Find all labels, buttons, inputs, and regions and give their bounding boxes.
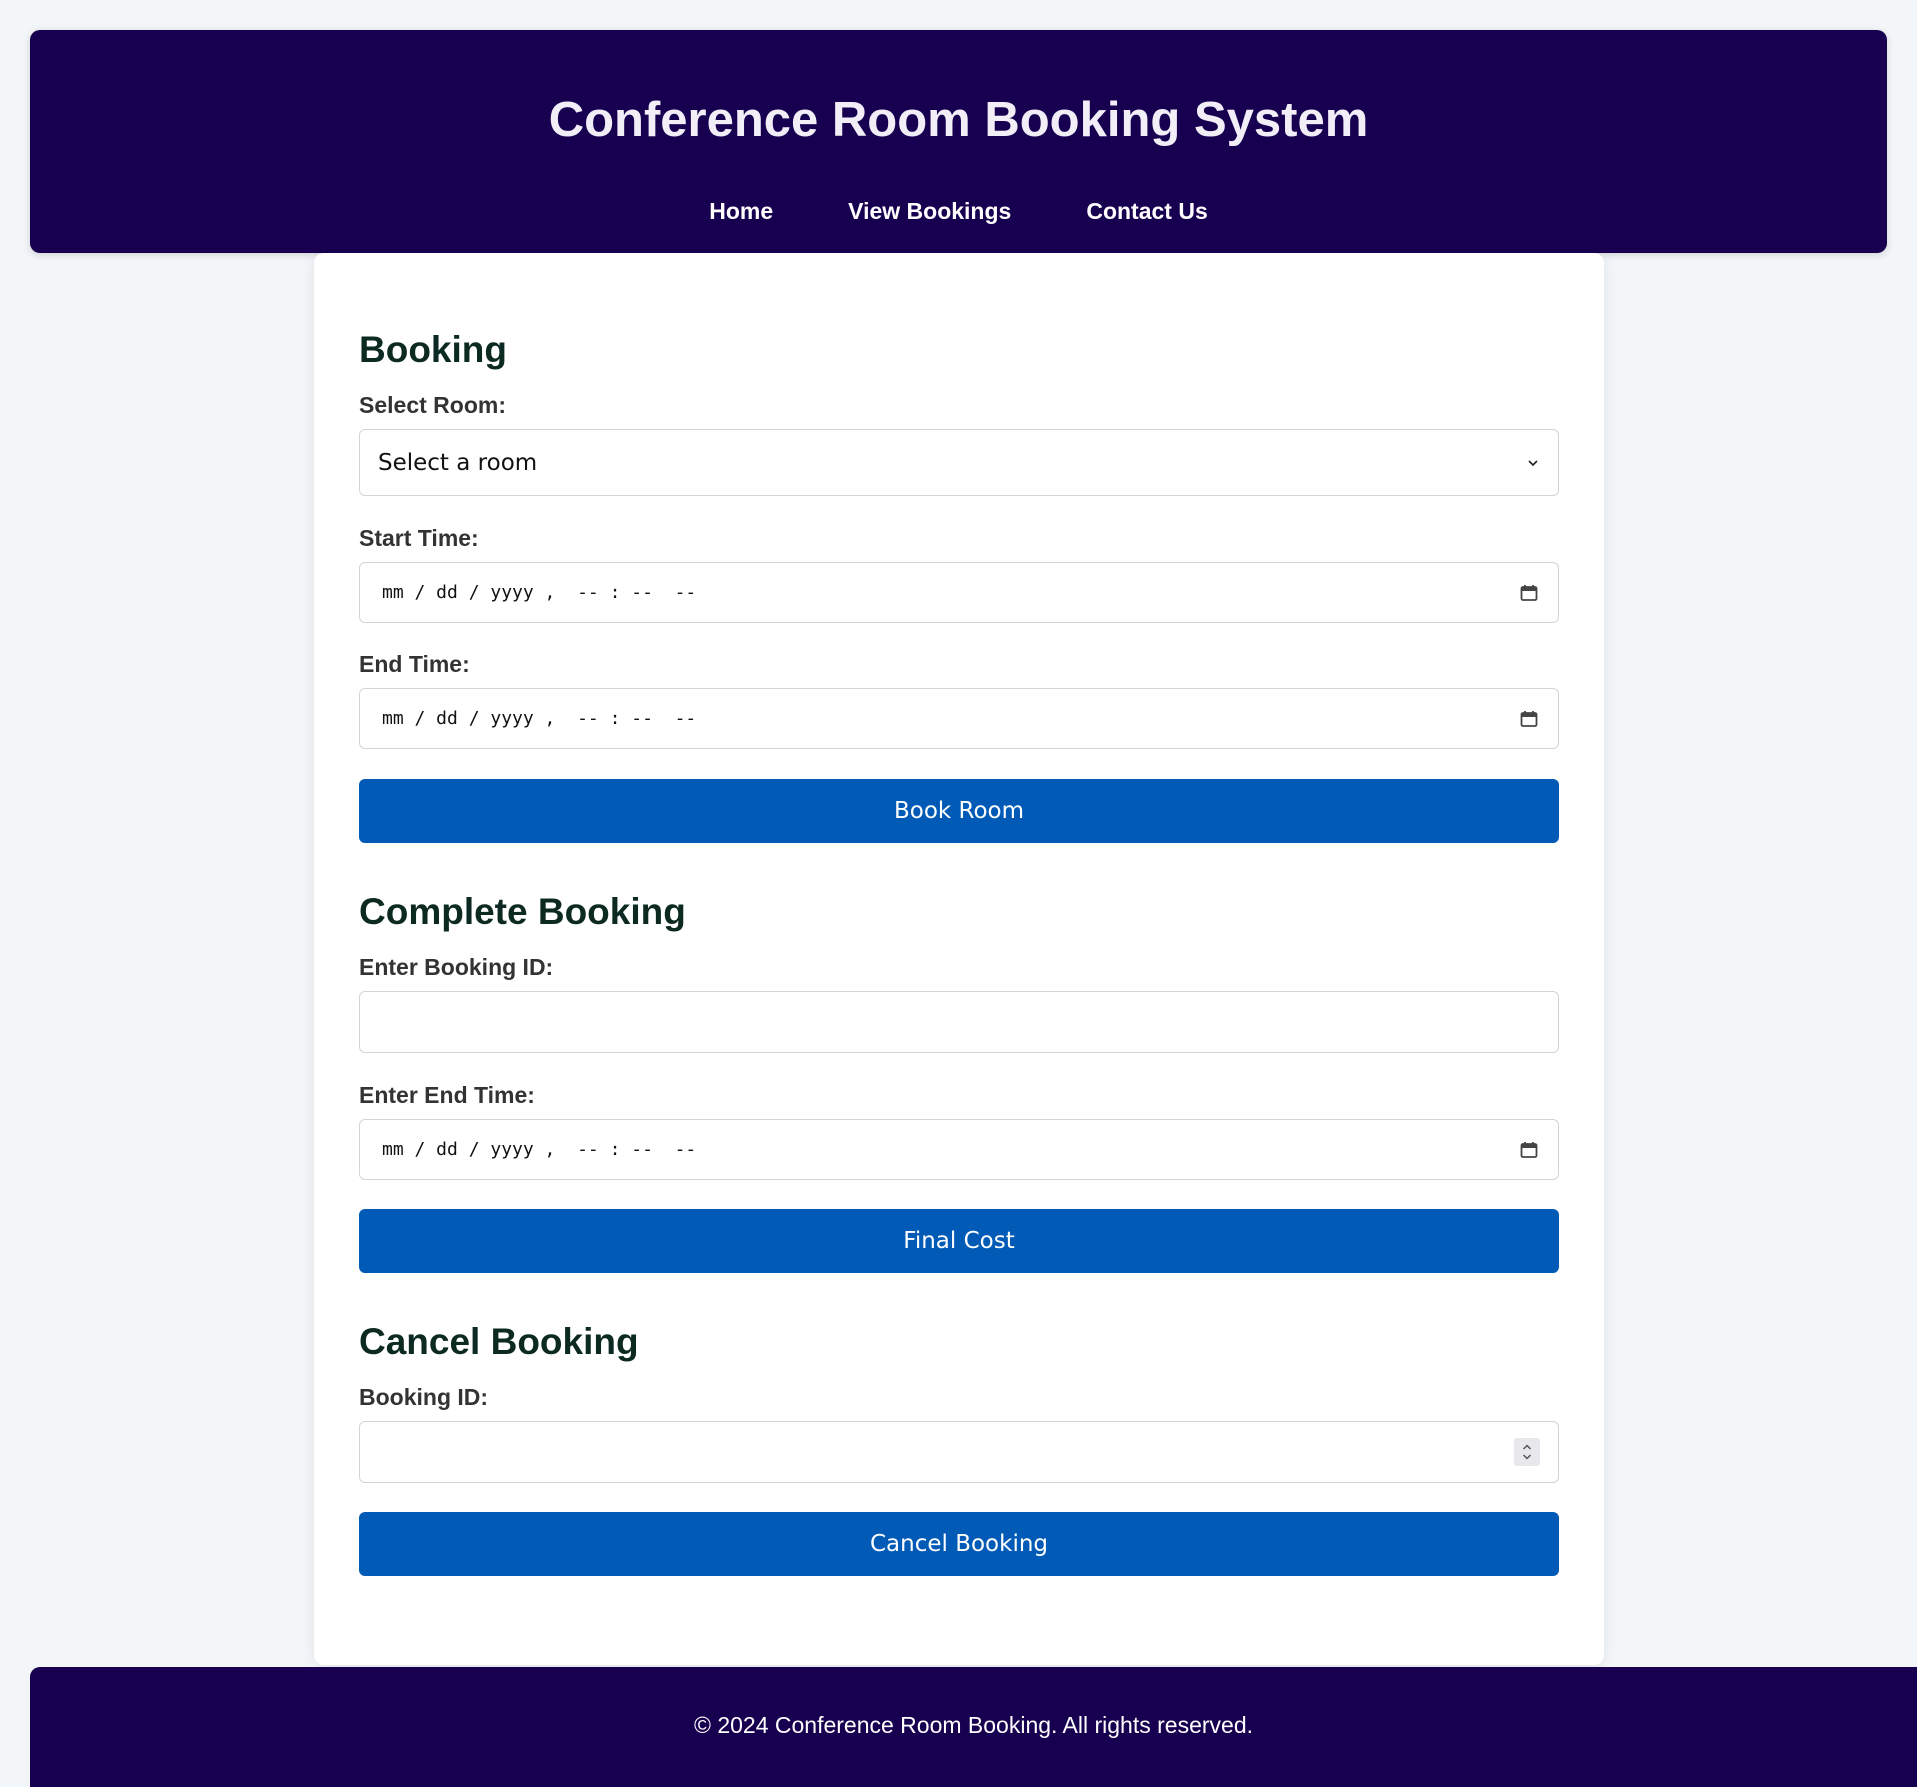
cancel-booking-section-title: Cancel Booking <box>359 1321 639 1362</box>
select-room-label: Select Room: <box>359 392 506 418</box>
site-header: Conference Room Booking System Home View… <box>30 30 1887 253</box>
room-select-value: Select a room <box>378 449 538 476</box>
cancel-booking-id-input[interactable] <box>359 1421 1559 1483</box>
calendar-icon[interactable] <box>1518 1139 1540 1161</box>
enter-end-time-label: Enter End Time: <box>359 1082 535 1108</box>
spinner-icon[interactable] <box>1514 1438 1540 1466</box>
main-nav: Home View Bookings Contact Us <box>30 200 1887 223</box>
calendar-icon[interactable] <box>1518 582 1540 604</box>
footer-copyright: © 2024 Conference Room Booking. All righ… <box>693 1712 1254 1738</box>
complete-booking-id-input[interactable] <box>359 991 1559 1053</box>
nav-view-bookings-link[interactable]: View Bookings <box>848 200 1011 223</box>
room-select[interactable]: Select a room <box>359 429 1559 496</box>
start-time-value: mm / dd / yyyy , -- : -- -- <box>382 582 697 603</box>
site-footer: © 2024 Conference Room Booking. All righ… <box>30 1667 1917 1787</box>
booking-id-label: Booking ID: <box>359 1384 489 1410</box>
end-time-input[interactable]: mm / dd / yyyy , -- : -- -- <box>359 688 1559 749</box>
calendar-icon[interactable] <box>1518 708 1540 730</box>
book-room-button[interactable]: Book Room <box>359 779 1559 843</box>
end-time-label: End Time: <box>359 651 470 677</box>
complete-booking-section-title: Complete Booking <box>359 891 686 932</box>
complete-end-time-value: mm / dd / yyyy , -- : -- -- <box>382 1139 697 1160</box>
complete-end-time-input[interactable]: mm / dd / yyyy , -- : -- -- <box>359 1119 1559 1180</box>
start-time-label: Start Time: <box>359 525 479 551</box>
end-time-value: mm / dd / yyyy , -- : -- -- <box>382 708 697 729</box>
final-cost-button[interactable]: Final Cost <box>359 1209 1559 1273</box>
booking-card: Booking Select Room: Select a room Start… <box>314 253 1604 1665</box>
booking-section-title: Booking <box>359 329 507 370</box>
enter-booking-id-label: Enter Booking ID: <box>359 954 554 980</box>
start-time-input[interactable]: mm / dd / yyyy , -- : -- -- <box>359 562 1559 623</box>
site-title: Conference Room Booking System <box>548 93 1369 147</box>
chevron-down-icon <box>1526 456 1540 470</box>
nav-home-link[interactable]: Home <box>709 200 773 223</box>
cancel-booking-button[interactable]: Cancel Booking <box>359 1512 1559 1576</box>
nav-contact-us-link[interactable]: Contact Us <box>1086 200 1207 223</box>
